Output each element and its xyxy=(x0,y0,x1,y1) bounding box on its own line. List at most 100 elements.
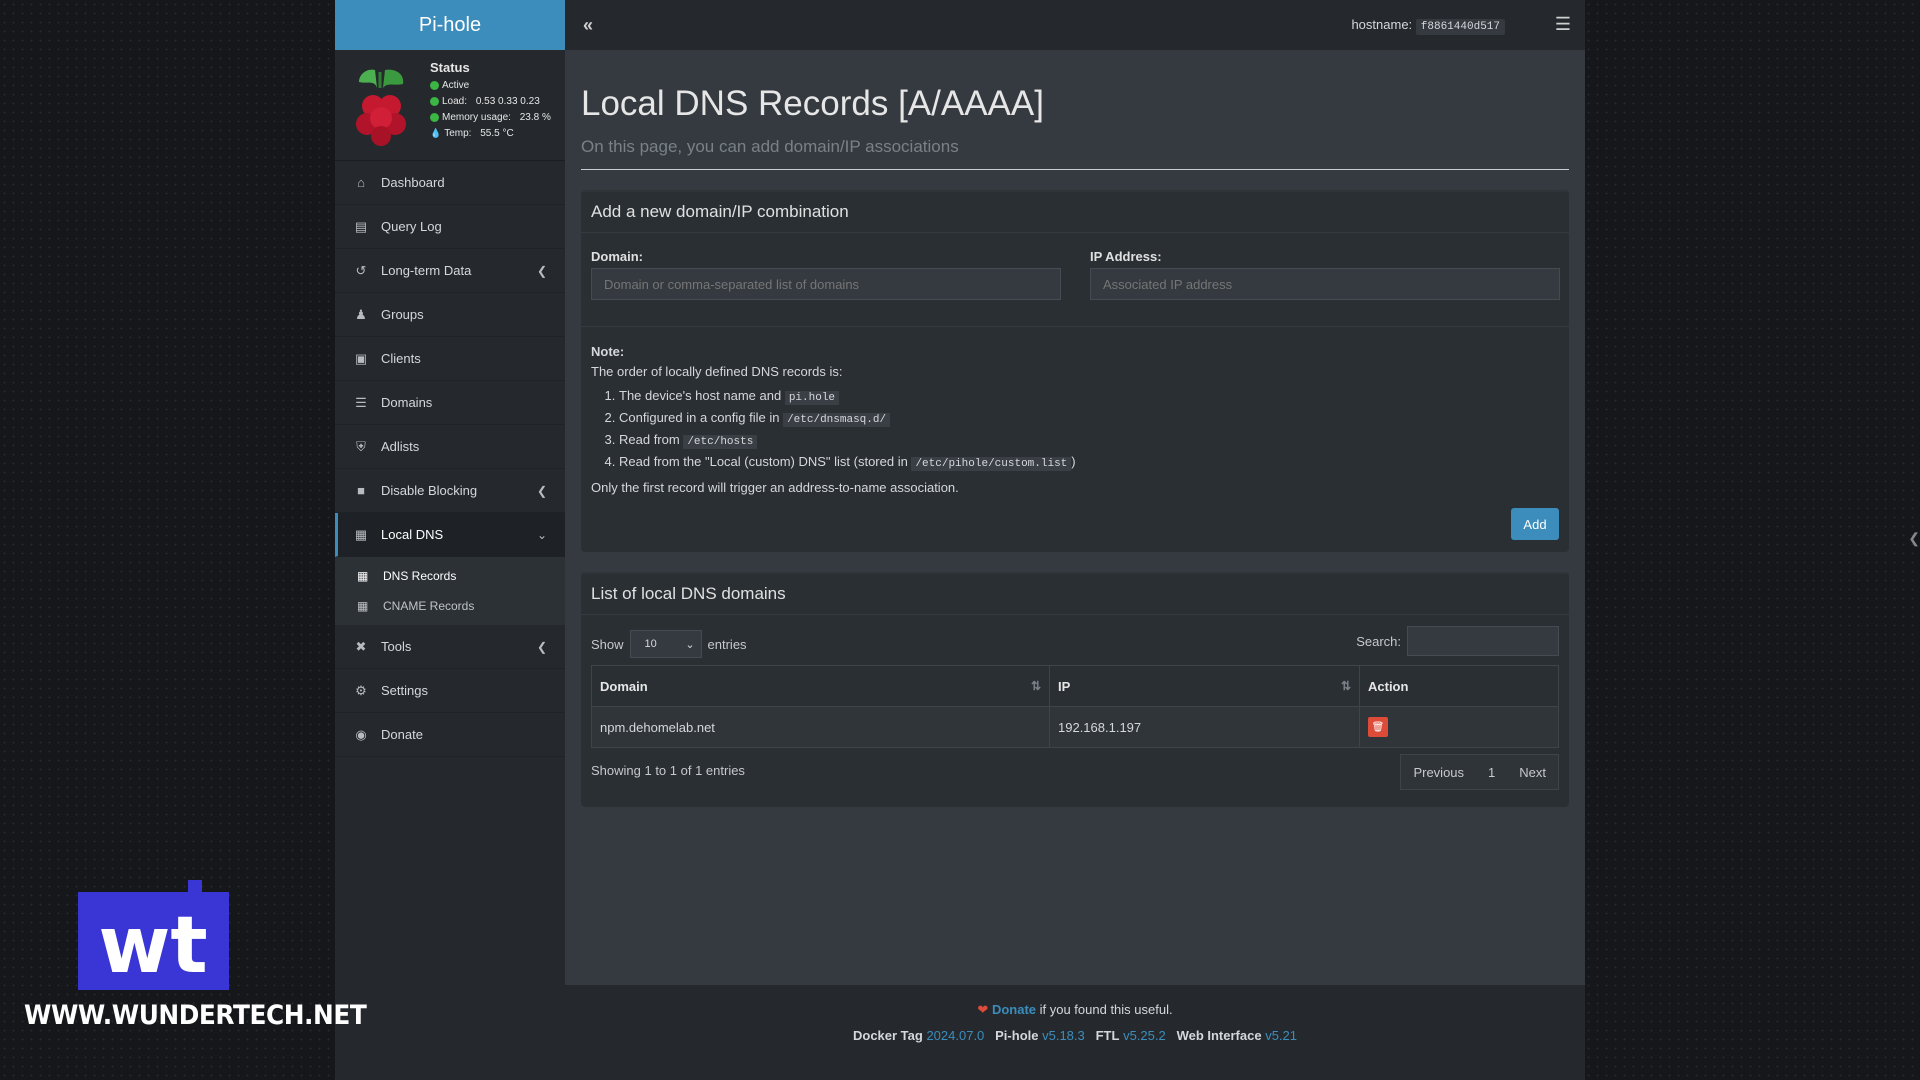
column-ip-label: IP xyxy=(1058,678,1071,694)
load-dot-icon xyxy=(430,97,439,106)
nav-groups-label: Groups xyxy=(381,307,424,322)
nav-clients-label: Clients xyxy=(381,351,421,366)
nav-long-term-data[interactable]: ↺ Long-term Data ❮ xyxy=(335,249,565,293)
nav-settings-label: Settings xyxy=(381,683,428,698)
add-record-box: Add a new domain/IP combination Domain: … xyxy=(581,190,1569,552)
status-active: Active xyxy=(442,80,470,91)
pagination-next[interactable]: Next xyxy=(1507,755,1558,789)
hostname-label: hostname: xyxy=(1351,17,1413,32)
note-item-4-code: /etc/pihole/custom.list xyxy=(911,457,1072,471)
box-divider xyxy=(581,326,1569,327)
laptop-icon: ▣ xyxy=(354,350,368,366)
heart-icon: ❤ xyxy=(977,1002,989,1017)
nav-query-log[interactable]: ▤ Query Log xyxy=(335,205,565,249)
memory-label: Memory usage: xyxy=(442,112,511,123)
brand-text: Pi-hole xyxy=(418,13,482,36)
docker-tag-value[interactable]: 2024.07.0 xyxy=(926,1028,984,1043)
hamburger-menu-icon[interactable]: ☰ xyxy=(1555,14,1571,35)
search-input[interactable] xyxy=(1407,626,1559,656)
status-panel: Status Active Load: 0.53 0.33 0.23 Memor… xyxy=(335,50,565,161)
ftl-version-label: FTL xyxy=(1095,1028,1120,1043)
note-item-4-text: Read from the "Local (custom) DNS" list … xyxy=(619,454,908,469)
chevron-down-icon: ⌄ xyxy=(536,527,547,542)
cell-ip: 192.168.1.197 xyxy=(1049,706,1360,748)
hostname-display: hostname: f8861440d517 xyxy=(1351,17,1505,35)
pagination: Previous 1 Next xyxy=(1400,754,1559,790)
nav-adlists[interactable]: ⛨ Adlists xyxy=(335,425,565,469)
note-item-2: Configured in a config file in /etc/dnsm… xyxy=(619,408,1559,430)
pagination-previous[interactable]: Previous xyxy=(1401,755,1476,789)
sidebar-toggle-icon[interactable]: « xyxy=(583,15,593,36)
nav-disable-blocking[interactable]: ■ Disable Blocking ❮ xyxy=(335,469,565,513)
show-label: Show xyxy=(591,636,624,652)
local-dns-submenu: ▦ DNS Records ▦ CNAME Records xyxy=(335,557,565,625)
shield-icon: ⛨ xyxy=(356,438,366,454)
domain-input[interactable] xyxy=(591,268,1061,300)
pihole-version-value[interactable]: v5.18.3 xyxy=(1042,1028,1085,1043)
add-box-title: Add a new domain/IP combination xyxy=(581,192,1569,233)
note-title: Note: xyxy=(591,344,625,359)
footer-donate-text: if you found this useful. xyxy=(1036,1002,1173,1017)
nav-local-dns-label: Local DNS xyxy=(381,527,444,542)
watermark-url: WWW.WUNDERTECH.NET xyxy=(24,1000,367,1031)
pagination-page-1[interactable]: 1 xyxy=(1476,755,1507,789)
ip-input[interactable] xyxy=(1090,268,1560,300)
delete-trash-icon[interactable]: 🗑 xyxy=(1368,717,1388,737)
column-action-label: Action xyxy=(1368,678,1409,694)
nav-groups[interactable]: ♟ Groups xyxy=(335,293,565,337)
sort-icon: ⇅ xyxy=(1340,678,1351,693)
note-item-3-code: /etc/hosts xyxy=(683,435,758,449)
nav-disable-blocking-label: Disable Blocking xyxy=(381,483,478,498)
nav-settings[interactable]: ⚙ Settings xyxy=(335,669,565,713)
ftl-version-value[interactable]: v5.25.2 xyxy=(1123,1028,1166,1043)
note-item-3: Read from /etc/hosts xyxy=(619,430,1559,452)
nav-local-dns[interactable]: ▦ Local DNS ⌄ xyxy=(335,513,565,557)
nav-dashboard[interactable]: ⌂ Dashboard xyxy=(335,161,565,205)
web-version-value[interactable]: v5.21 xyxy=(1265,1028,1297,1043)
search-label: Search: xyxy=(1356,633,1401,649)
hostname-value: f8861440d517 xyxy=(1415,19,1505,35)
column-header-domain[interactable]: Domain ⇅ xyxy=(591,665,1050,707)
note-intro: The order of locally defined DNS records… xyxy=(591,364,843,379)
memory-dot-icon xyxy=(430,113,439,122)
load-label: Load: xyxy=(442,96,468,107)
footer-donate-line: ❤ Donate if you found this useful. xyxy=(565,1002,1585,1018)
tools-icon: ✖ xyxy=(355,638,367,654)
temp-label: Temp: xyxy=(444,128,472,139)
show-entries: Show 10 ⌄ entries xyxy=(591,630,747,658)
chevron-left-icon: ❮ xyxy=(1908,530,1920,546)
brand-logo[interactable]: Pi-hole xyxy=(335,0,565,50)
sidebar: Pi-hole Status Active Load: 0.53 0.33 0.… xyxy=(335,0,565,1080)
web-version-label: Web Interface xyxy=(1176,1028,1262,1043)
column-header-ip[interactable]: IP ⇅ xyxy=(1049,665,1360,707)
wundertech-logo: wt xyxy=(78,880,229,990)
column-domain-label: Domain xyxy=(600,678,648,694)
nav-cname-records[interactable]: ▦ CNAME Records xyxy=(335,591,565,621)
note-item-4-end: ) xyxy=(1071,454,1076,469)
chevron-left-icon: ❮ xyxy=(536,483,547,498)
column-header-action: Action xyxy=(1359,665,1559,707)
entries-select[interactable]: 10 ⌄ xyxy=(629,630,702,658)
nav-tools[interactable]: ✖ Tools ❮ xyxy=(335,625,565,669)
status-title: Status xyxy=(430,60,470,75)
sort-icon: ⇅ xyxy=(1030,678,1041,693)
address-book-icon: ▦ xyxy=(357,569,369,583)
footer: ❤ Donate if you found this useful. Docke… xyxy=(565,985,1585,1043)
memory-value: 23.8 % xyxy=(519,112,551,123)
entries-select-value: 10 xyxy=(644,638,657,650)
table-row: npm.dehomelab.net 192.168.1.197 🗑 xyxy=(591,706,1559,748)
nav-domains[interactable]: ☰ Domains xyxy=(335,381,565,425)
nav-clients[interactable]: ▣ Clients xyxy=(335,337,565,381)
note-section: Note: The order of locally defined DNS r… xyxy=(591,342,1559,498)
nav-donate[interactable]: ◉ Donate xyxy=(335,713,565,757)
note-item-1-text: The device's host name and xyxy=(619,388,782,403)
add-button[interactable]: Add xyxy=(1511,508,1559,540)
footer-donate-link[interactable]: Donate xyxy=(992,1002,1036,1017)
table-info: Showing 1 to 1 of 1 entries xyxy=(591,763,745,778)
note-item-1-code: pi.hole xyxy=(784,391,840,405)
nav-domains-label: Domains xyxy=(381,395,433,410)
note-item-3-text: Read from xyxy=(619,432,680,447)
nav-dns-records[interactable]: ▦ DNS Records xyxy=(335,561,565,591)
table-search: Search: xyxy=(1356,626,1559,656)
note-item-2-text: Configured in a config file in xyxy=(619,410,780,425)
